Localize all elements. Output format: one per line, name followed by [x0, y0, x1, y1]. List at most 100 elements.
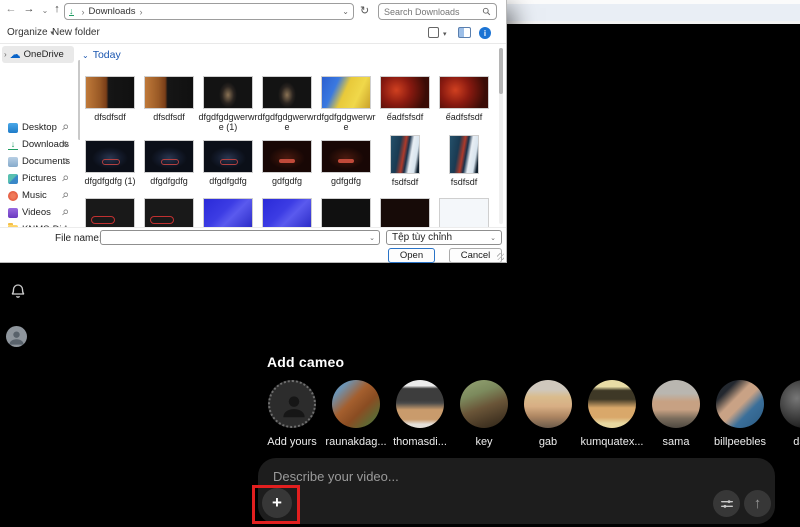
- file-name-combobox[interactable]: ⌄: [100, 230, 380, 245]
- view-mode-icon[interactable]: [428, 27, 439, 41]
- file-label: fsdfsdf: [374, 177, 436, 187]
- group-header-today[interactable]: ⌄Today: [82, 49, 121, 61]
- file-thumbnail: [439, 76, 489, 109]
- list-scrollbar[interactable]: [499, 48, 503, 224]
- file-label: dfgdfgdgwerwre: [256, 112, 318, 133]
- add-yours-person-icon[interactable]: [268, 380, 316, 428]
- file-item[interactable]: dfsdfsdf: [143, 76, 195, 133]
- up-icon[interactable]: ↑: [50, 3, 64, 15]
- file-thumbnail: [262, 198, 312, 228]
- resize-grip[interactable]: [497, 253, 504, 260]
- submit-button[interactable]: ↑: [744, 490, 771, 517]
- cameo-raunakdag[interactable]: raunakdag...: [332, 380, 380, 448]
- file-item[interactable]: [84, 198, 136, 228]
- file-item[interactable]: fsdfsdf: [379, 140, 431, 187]
- screen: Add cameo Add yours raunakdag... thomasd…: [0, 0, 800, 527]
- cameo-thomasdi[interactable]: thomasdi...: [396, 380, 444, 448]
- video-settings-button[interactable]: [713, 490, 740, 517]
- sidebar-item-music[interactable]: Music ⚲: [8, 188, 76, 203]
- file-item[interactable]: [261, 198, 313, 228]
- file-item[interactable]: fsdfsdf: [438, 140, 490, 187]
- search-icon: [482, 7, 491, 16]
- cameo-partial[interactable]: da...: [780, 380, 800, 448]
- dialog-toolbar: Organize ▾ New folder ▾ i: [0, 23, 506, 44]
- organize-menu[interactable]: Organize ▾: [7, 27, 54, 38]
- cameo-add-yours[interactable]: Add yours: [268, 380, 316, 448]
- file-name-label: File name:: [55, 233, 102, 244]
- breadcrumb-separator: ›: [140, 7, 143, 17]
- file-item[interactable]: gdfgdfg: [320, 140, 372, 187]
- dialog-footer: File name: ⌄ Tệp tùy chỉnh ⌄ Open Cancel: [0, 227, 506, 262]
- file-item[interactable]: dfgdfgdgwerwre: [261, 76, 313, 133]
- cameo-avatar[interactable]: [524, 380, 572, 428]
- cameo-avatar[interactable]: [396, 380, 444, 428]
- breadcrumb-location[interactable]: Downloads: [89, 6, 136, 17]
- file-label: dfgdfgdfg: [197, 176, 259, 186]
- file-item[interactable]: gdfgdfg: [261, 140, 313, 187]
- pin-icon: ⚲: [60, 122, 71, 133]
- file-item[interactable]: dfgdfgdfg (1): [84, 140, 136, 187]
- cameo-avatar[interactable]: [652, 380, 700, 428]
- cameo-avatar[interactable]: [588, 380, 636, 428]
- cameo-avatar[interactable]: [460, 380, 508, 428]
- cameo-gab[interactable]: gab: [524, 380, 572, 448]
- cancel-button[interactable]: Cancel: [449, 248, 502, 263]
- cameo-billpeebles[interactable]: billpeebles: [716, 380, 764, 448]
- prompt-composer[interactable]: Describe your video... + ↑: [258, 458, 775, 524]
- composer-placeholder[interactable]: Describe your video...: [273, 469, 399, 484]
- dialog-navbar: ← → ⌄ ↑ ↓ › Downloads › ⌄ ↻: [0, 0, 506, 23]
- open-button[interactable]: Open: [388, 248, 435, 263]
- cameo-key[interactable]: key: [460, 380, 508, 448]
- search-input[interactable]: [384, 7, 476, 17]
- cameo-avatar[interactable]: [780, 380, 800, 428]
- file-label: dfgdfgdgwerwre (1): [197, 112, 259, 133]
- file-name-input[interactable]: [105, 233, 360, 243]
- file-label: dfgdfgdfg: [138, 176, 200, 186]
- file-label: dfsdfsdf: [80, 112, 141, 122]
- sidebar-item-documents[interactable]: Documents ⚲: [8, 154, 76, 169]
- forward-icon[interactable]: →: [22, 3, 36, 15]
- sidebar-item-onedrive[interactable]: › ☁ OneDrive: [2, 46, 74, 63]
- notifications-bell-icon[interactable]: [9, 282, 27, 300]
- desktop-icon: [8, 123, 18, 133]
- documents-icon: [8, 157, 18, 167]
- cameo-sama[interactable]: sama: [652, 380, 700, 448]
- file-item[interactable]: dfgdfgdfg: [202, 140, 254, 187]
- cameo-kumquatex[interactable]: kumquatex...: [588, 380, 636, 448]
- profile-avatar-icon[interactable]: [6, 326, 27, 347]
- cameo-label: thomasdi...: [393, 436, 447, 448]
- search-box[interactable]: [378, 3, 497, 20]
- music-icon: [8, 191, 18, 201]
- back-icon[interactable]: ←: [4, 3, 18, 15]
- file-item[interactable]: [202, 198, 254, 228]
- file-item[interactable]: dfgdfgdfg: [143, 140, 195, 187]
- file-thumbnail: [262, 140, 312, 173]
- file-item[interactable]: [438, 198, 490, 228]
- file-item[interactable]: [379, 198, 431, 228]
- address-bar[interactable]: ↓ › Downloads › ⌄: [64, 3, 354, 20]
- file-item[interactable]: ếadfsfsdf: [379, 76, 431, 133]
- refresh-icon[interactable]: ↻: [360, 4, 369, 17]
- file-item[interactable]: dfgdfgdgwerwre (1): [202, 76, 254, 133]
- new-folder-button[interactable]: New folder: [52, 27, 100, 38]
- sidebar-item-desktop[interactable]: Desktop ⚲: [8, 120, 76, 135]
- file-type-select[interactable]: Tệp tùy chỉnh ⌄: [386, 230, 502, 245]
- file-item[interactable]: ếadfsfsdf: [438, 76, 490, 133]
- address-caret-icon[interactable]: ⌄: [342, 7, 349, 16]
- file-thumbnail: [321, 198, 371, 228]
- cameo-avatar[interactable]: [332, 380, 380, 428]
- preview-pane-icon[interactable]: [458, 27, 471, 41]
- highlight-annotation-box: [252, 485, 300, 524]
- sidebar-item-videos[interactable]: Videos ⚲: [8, 205, 76, 220]
- cameo-avatar[interactable]: [716, 380, 764, 428]
- file-thumbnail: [321, 140, 371, 173]
- file-item[interactable]: dfgdfgdgwerwre: [320, 76, 372, 133]
- add-cameo-title: Add cameo: [267, 354, 344, 370]
- sidebar-item-pictures[interactable]: Pictures ⚲: [8, 171, 76, 186]
- file-item[interactable]: [320, 198, 372, 228]
- help-icon[interactable]: i: [479, 27, 491, 39]
- file-item[interactable]: dfsdfsdf: [84, 76, 136, 133]
- file-item[interactable]: [143, 198, 195, 228]
- sidebar-item-downloads[interactable]: ↓ Downloads ⚲: [8, 137, 76, 152]
- view-caret-icon[interactable]: ▾: [443, 30, 447, 38]
